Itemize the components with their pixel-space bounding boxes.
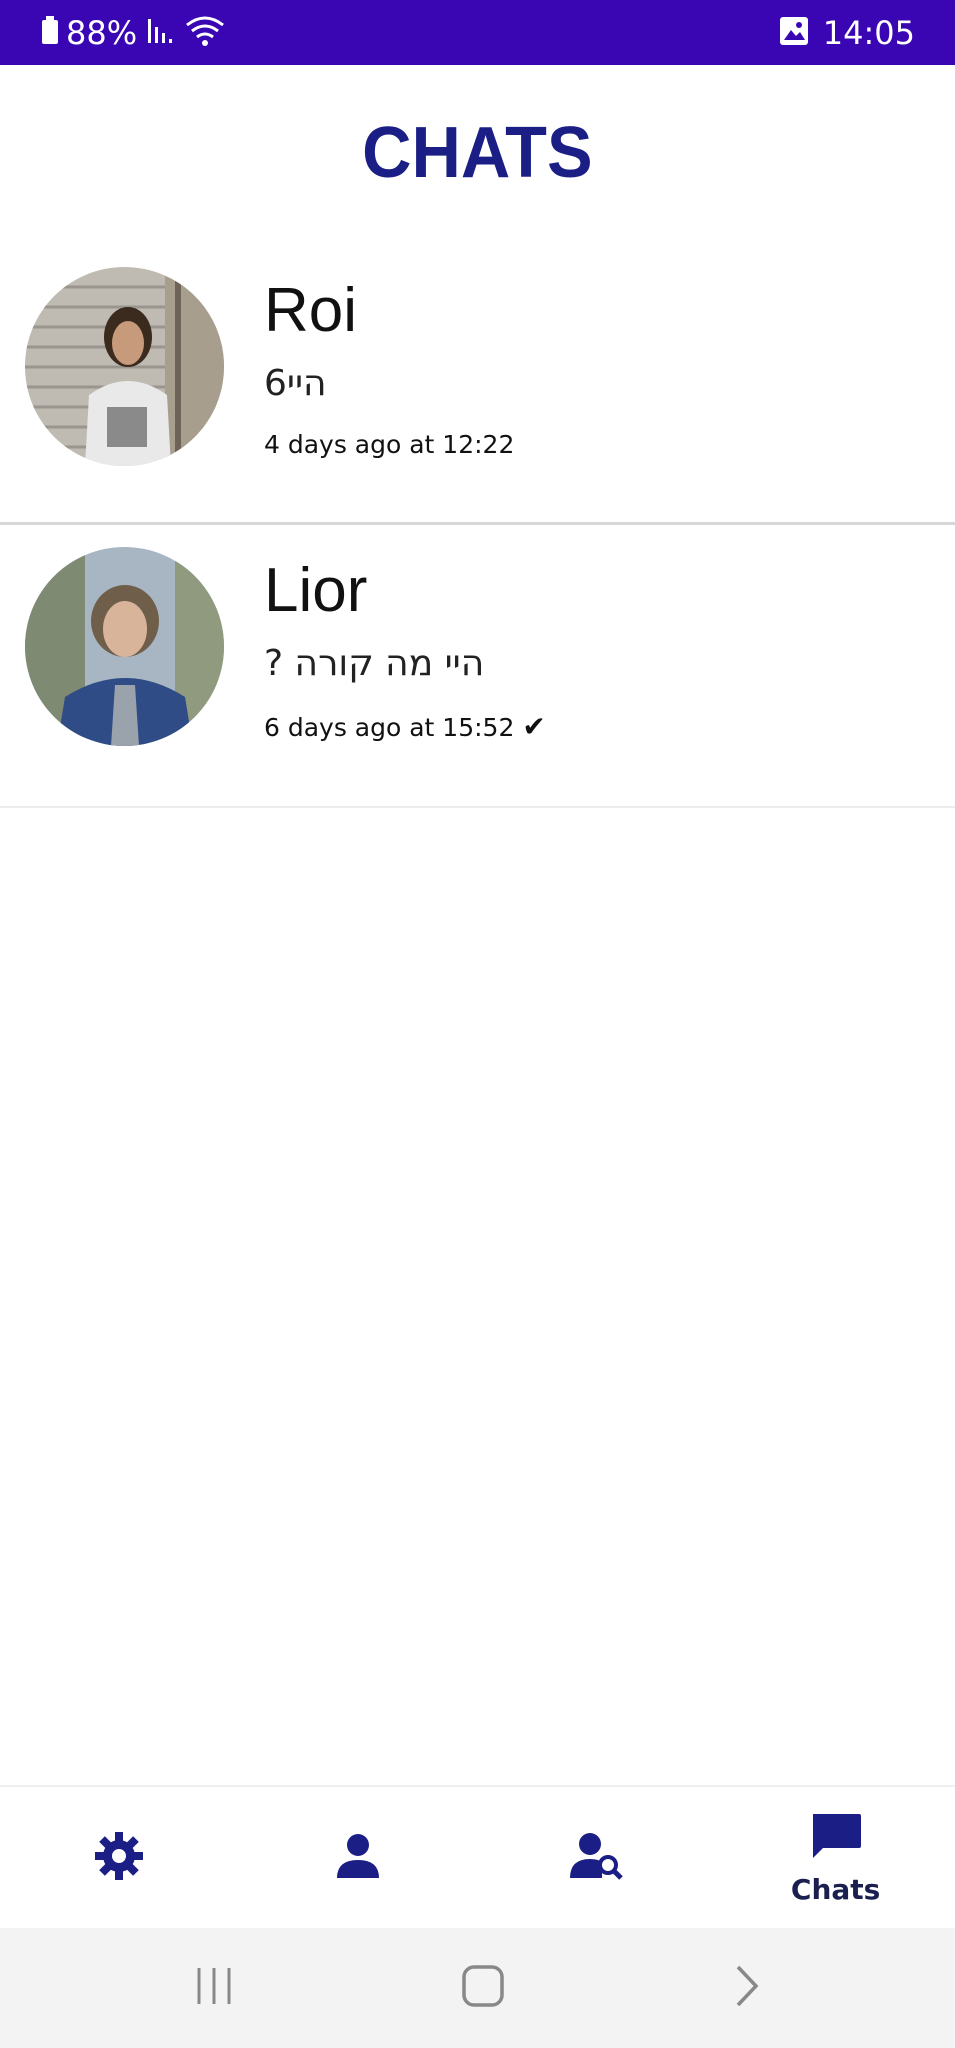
image-icon (779, 16, 809, 50)
back-icon[interactable] (732, 1964, 762, 2013)
home-icon[interactable] (461, 1964, 505, 2013)
chat-row[interactable]: Roi היי6 4 days ago at 12:22 (0, 245, 955, 525)
person-icon (334, 1832, 382, 1885)
chat-list: Roi היי6 4 days ago at 12:22 Lior היי מה… (0, 245, 955, 808)
clock: 14:05 (822, 13, 915, 52)
nav-chats[interactable]: Chats (716, 1787, 955, 1930)
chat-bubble-icon (809, 1812, 863, 1867)
status-right: 14:05 (779, 14, 915, 52)
system-nav-bar (0, 1928, 955, 2048)
read-check-icon: ✔ (522, 710, 546, 743)
chat-name: Roi (264, 276, 358, 345)
chat-name: Lior (264, 556, 368, 625)
chat-timestamp: 6 days ago at 15:52 ✔ (264, 710, 546, 743)
nav-search-users[interactable] (478, 1787, 717, 1930)
wifi-icon (185, 15, 231, 51)
header: CHATS (0, 65, 955, 240)
status-left: 88% (40, 14, 231, 52)
chat-last-message: היי6 (264, 363, 327, 404)
chat-row[interactable]: Lior היי מה קורה ? 6 days ago at 15:52 ✔ (0, 525, 955, 808)
nav-chats-label: Chats (790, 1872, 881, 1906)
nav-profile[interactable] (239, 1787, 478, 1930)
chat-timestamp-text: 6 days ago at 15:52 (264, 713, 515, 742)
recent-apps-icon[interactable] (193, 1966, 235, 2011)
chat-last-message: היי מה קורה ? (264, 643, 485, 684)
battery-percent: 88% (66, 13, 138, 52)
avatar (25, 547, 224, 746)
status-bar: 88% 14:05 (0, 0, 955, 65)
page-title: CHATS (362, 112, 593, 193)
gear-icon (93, 1830, 145, 1887)
signal-icon (147, 17, 179, 49)
person-search-icon (569, 1832, 624, 1885)
avatar (25, 267, 224, 466)
chat-timestamp: 4 days ago at 12:22 (264, 430, 514, 459)
bottom-nav: Chats (0, 1785, 955, 1930)
battery-icon (40, 15, 66, 50)
chat-timestamp-text: 4 days ago at 12:22 (264, 430, 515, 459)
nav-settings[interactable] (0, 1787, 239, 1930)
